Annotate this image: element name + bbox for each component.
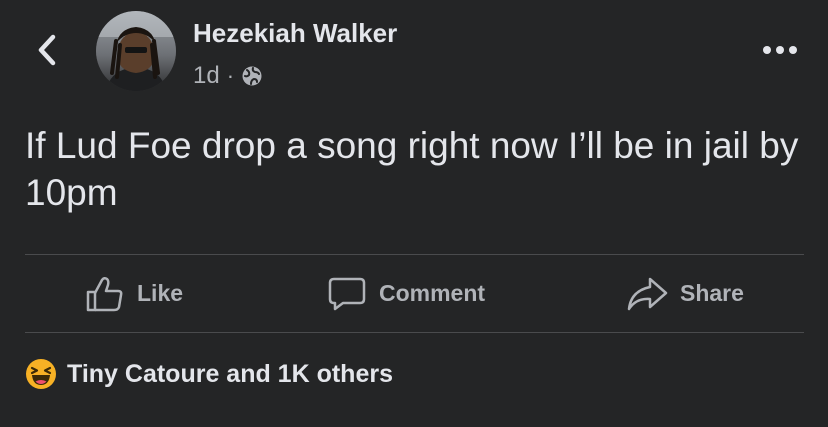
more-options-icon bbox=[763, 46, 797, 54]
reactions-summary[interactable]: Tiny Catoure and 1K others bbox=[25, 358, 393, 390]
post-meta: 1d · bbox=[193, 62, 263, 90]
globe-icon bbox=[242, 66, 262, 86]
chevron-left-icon bbox=[38, 34, 56, 66]
thumbs-up-icon bbox=[86, 276, 123, 311]
share-icon bbox=[627, 277, 668, 310]
meta-separator: · bbox=[226, 63, 235, 88]
comment-label: Comment bbox=[379, 280, 486, 306]
author-name[interactable]: Hezekiah Walker bbox=[193, 18, 397, 49]
post-actions: Like Comment Share bbox=[25, 255, 804, 332]
divider-bottom bbox=[25, 332, 804, 333]
like-label: Like bbox=[137, 280, 184, 306]
reactions-text: Tiny Catoure and 1K others bbox=[67, 359, 393, 388]
share-button[interactable]: Share bbox=[626, 255, 744, 332]
comment-icon bbox=[328, 277, 366, 310]
like-button[interactable]: Like bbox=[85, 255, 183, 332]
comment-button[interactable]: Comment bbox=[327, 255, 485, 332]
more-options-button[interactable] bbox=[760, 38, 800, 62]
haha-emoji-icon bbox=[26, 359, 56, 389]
profile-photo bbox=[96, 11, 176, 91]
post-text: If Lud Foe drop a song right now I’ll be… bbox=[25, 125, 799, 213]
avatar[interactable] bbox=[96, 11, 176, 91]
share-label: Share bbox=[680, 280, 744, 306]
post-time[interactable]: 1d bbox=[193, 62, 220, 90]
back-button[interactable] bbox=[30, 33, 64, 67]
